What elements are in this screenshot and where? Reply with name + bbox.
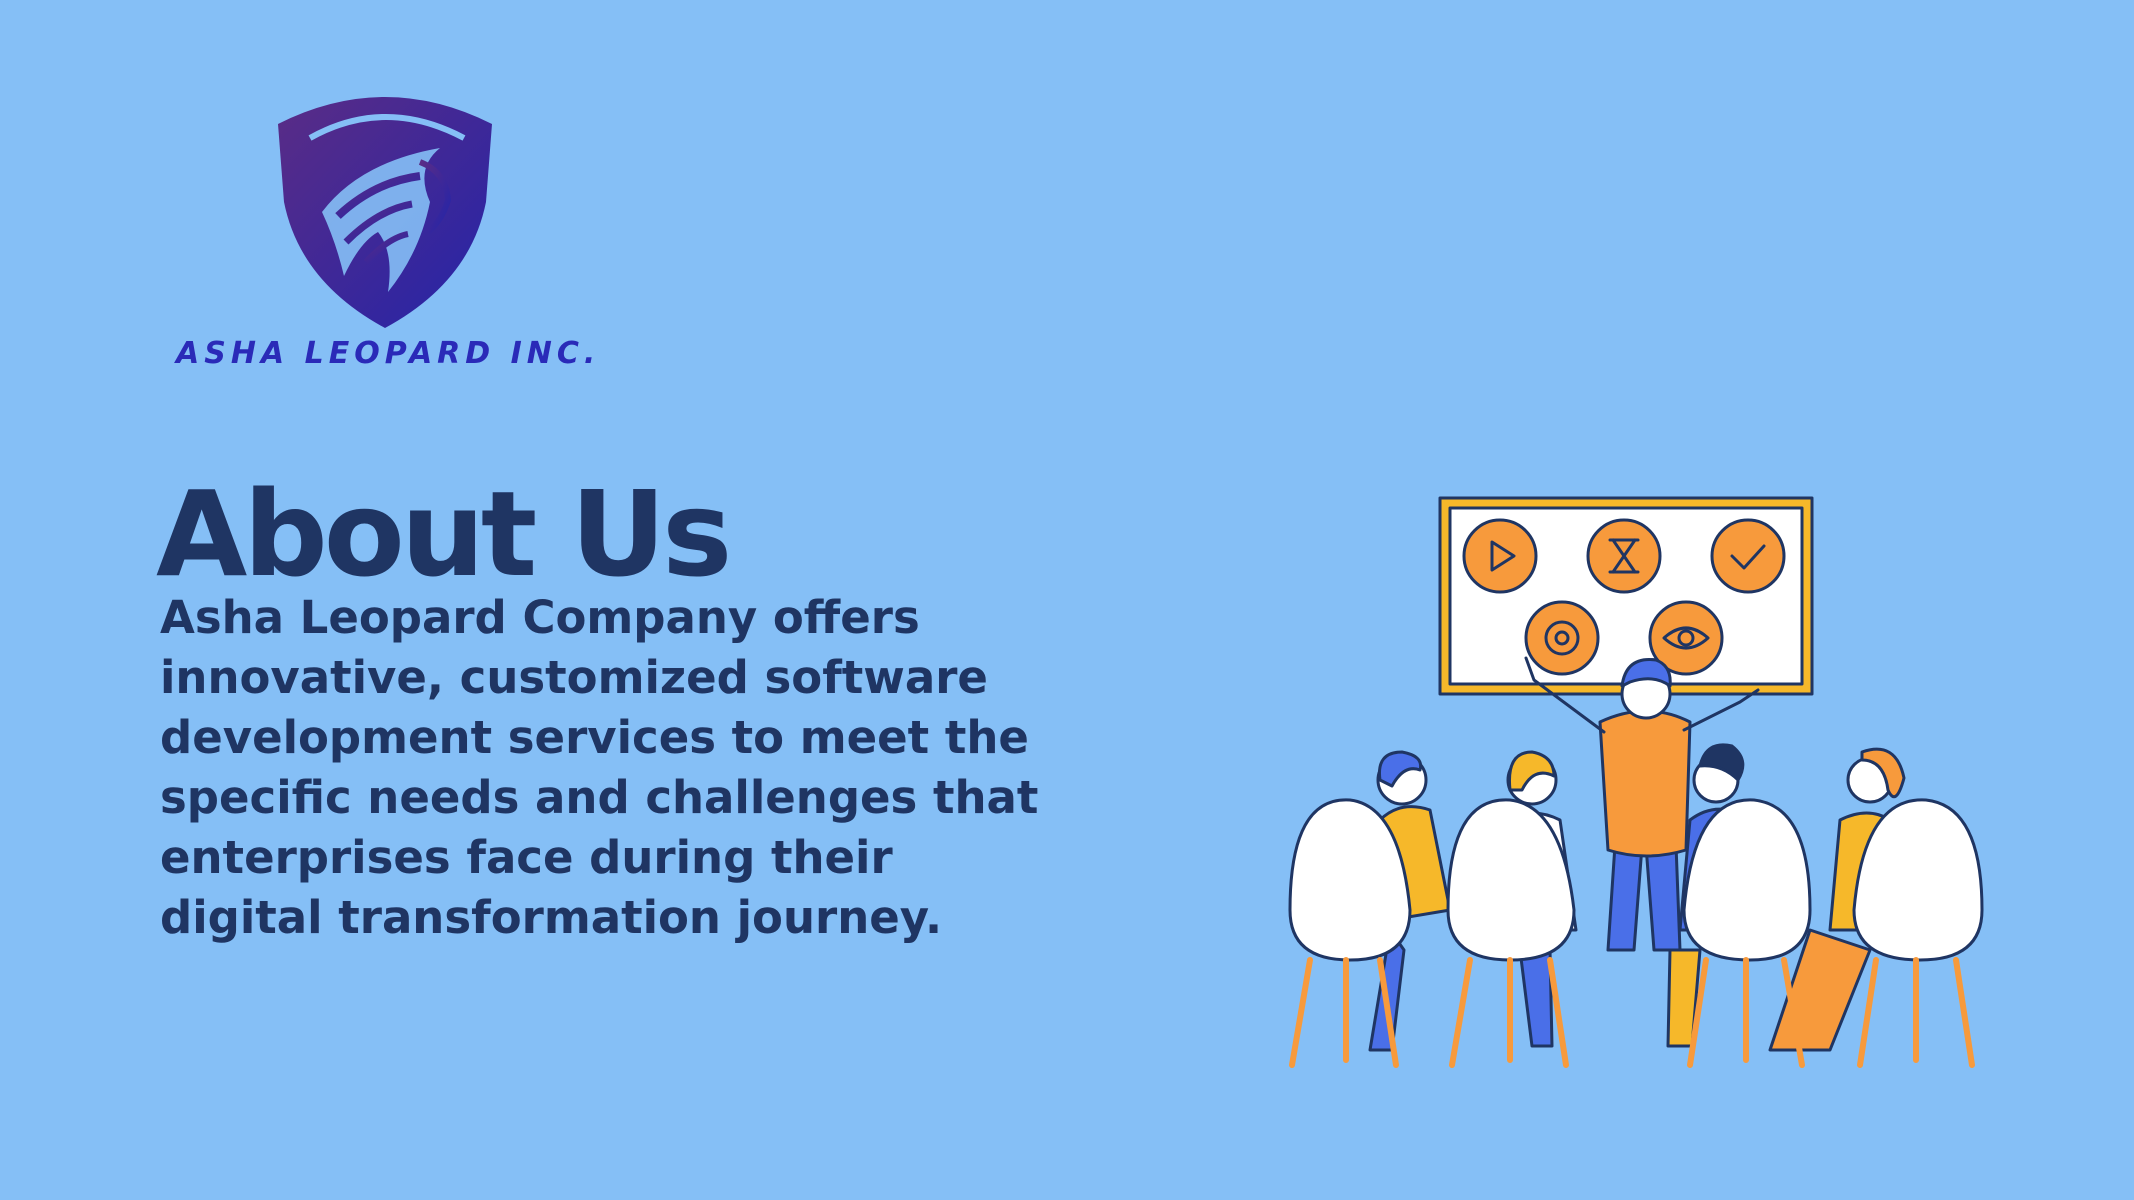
presentation-board — [1438, 496, 1814, 696]
leopard-shield-logo — [278, 97, 492, 328]
page-title: About Us — [156, 465, 732, 604]
about-description: Asha Leopard Company offers innovative, … — [160, 591, 1039, 944]
chair-4 — [1852, 798, 1984, 1068]
team-meeting-illustration — [1288, 496, 1984, 1068]
hourglass-icon — [1586, 518, 1662, 594]
gear-icon — [1524, 600, 1600, 676]
brand-name: ASHA LEOPARD INC. — [176, 336, 601, 371]
check-icon — [1710, 518, 1786, 594]
chair-1 — [1288, 798, 1412, 1068]
play-icon — [1462, 518, 1538, 594]
chair-2 — [1446, 798, 1576, 1068]
